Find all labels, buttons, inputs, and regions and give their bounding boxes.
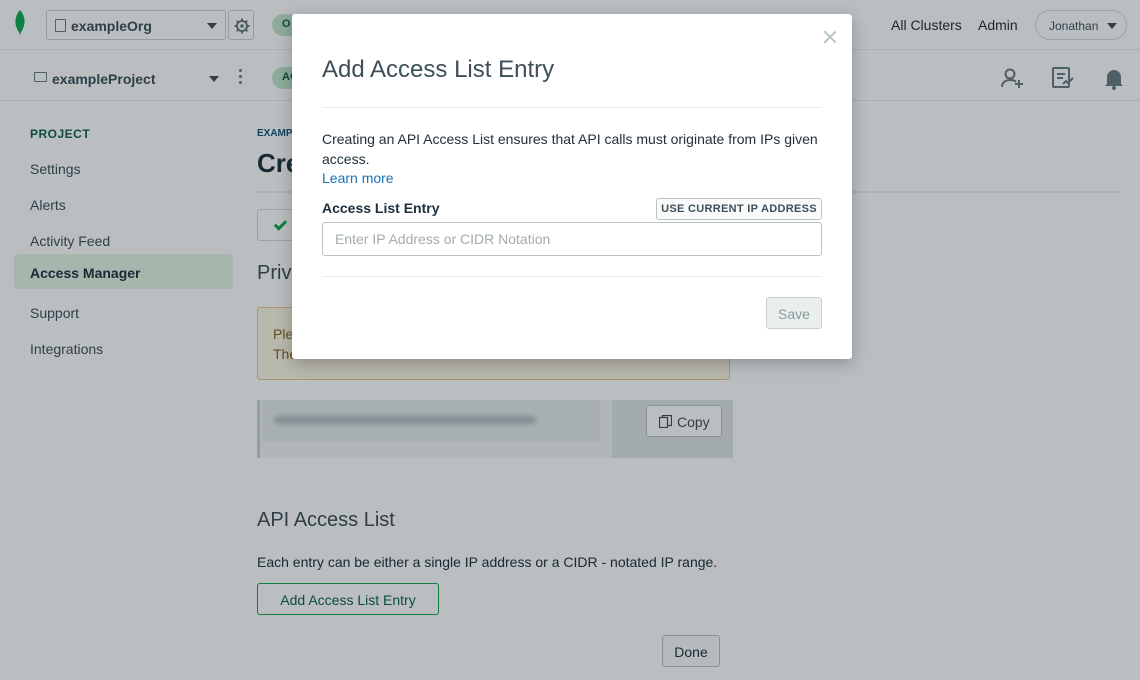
close-icon[interactable]	[822, 29, 838, 45]
ip-address-input[interactable]	[322, 222, 822, 256]
learn-more-link[interactable]: Learn more	[322, 170, 394, 186]
modal-footer-divider	[322, 276, 822, 277]
access-list-entry-label: Access List Entry	[322, 200, 440, 216]
modal-description: Creating an API Access List ensures that…	[322, 131, 818, 167]
use-current-ip-button[interactable]: USE CURRENT IP ADDRESS	[656, 198, 822, 220]
modal-header-divider	[322, 107, 822, 108]
add-access-list-modal: Add Access List Entry Creating an API Ac…	[292, 14, 852, 359]
save-button[interactable]: Save	[766, 297, 822, 329]
modal-title: Add Access List Entry	[322, 56, 555, 83]
